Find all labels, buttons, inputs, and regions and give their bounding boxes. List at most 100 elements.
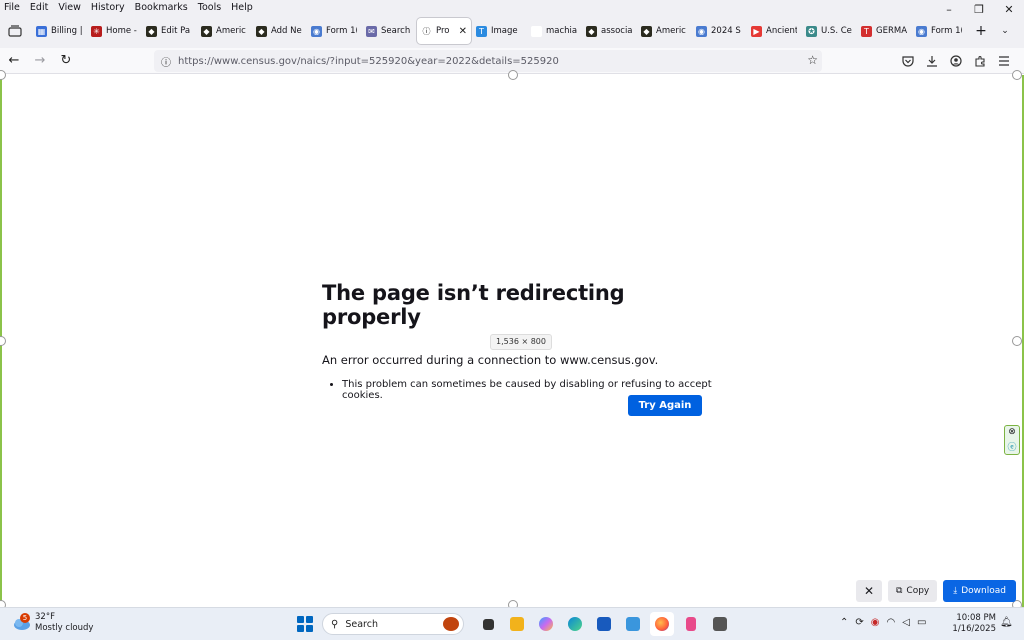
menu-tools[interactable]: Tools	[198, 2, 221, 13]
clock[interactable]: 10:08 PM 1/16/2025	[952, 613, 996, 635]
battery-icon[interactable]: ▭	[917, 617, 926, 628]
tab-label: associa	[601, 26, 632, 36]
tab-2[interactable]: ◆ Edit Pa	[142, 18, 196, 44]
tab-overview-button[interactable]	[2, 18, 28, 44]
taskview-icon[interactable]	[476, 612, 500, 636]
snipping-tool-icon[interactable]	[679, 612, 703, 636]
tab-label: Form 1(	[931, 26, 962, 36]
edge-icon[interactable]	[563, 612, 587, 636]
copilot-icon[interactable]	[534, 612, 558, 636]
try-again-button[interactable]: Try Again	[628, 395, 702, 416]
tab-label: Search	[381, 26, 411, 36]
menu-bookmarks[interactable]: Bookmarks	[135, 2, 188, 13]
tab-14[interactable]: ✪ U.S. Ce	[802, 18, 856, 44]
file-explorer-icon[interactable]	[505, 612, 529, 636]
tab-favicon-icon: ▦	[36, 25, 47, 37]
menu-file[interactable]: File	[4, 2, 20, 13]
weather-desc: Mostly cloudy	[35, 623, 94, 633]
list-all-tabs-button[interactable]: ⌄	[995, 18, 1015, 44]
forward-button[interactable]: →	[28, 50, 52, 72]
dimension-tooltip: 1,536 × 800	[490, 334, 552, 350]
taskbar-apps	[476, 612, 732, 636]
reload-button[interactable]: ↻	[54, 50, 78, 72]
tab-9[interactable]: machia	[527, 18, 581, 44]
back-button[interactable]: ←	[2, 50, 26, 72]
resize-handle[interactable]	[1012, 336, 1022, 346]
toolbar-right	[896, 50, 1016, 72]
resize-handle[interactable]	[1012, 70, 1022, 80]
tab-7[interactable]: ⓘ Pro ✕	[417, 18, 471, 44]
tab-favicon-icon: ◆	[201, 25, 212, 37]
windows-start-icon[interactable]	[297, 616, 313, 632]
tab-6[interactable]: ✉ Search	[362, 18, 416, 44]
tab-favicon-icon: ◉	[916, 25, 927, 37]
resize-handle[interactable]	[508, 70, 518, 80]
menu-edit[interactable]: Edit	[30, 2, 48, 13]
menu-help[interactable]: Help	[231, 2, 253, 13]
copy-label: Copy	[906, 586, 930, 596]
capture-close-button[interactable]: ✕	[855, 580, 882, 602]
tab-13[interactable]: ▶ Ancient	[747, 18, 801, 44]
downloads-icon[interactable]	[920, 50, 944, 72]
menu-bar: File Edit View History Bookmarks Tools H…	[0, 0, 1024, 14]
tab-favicon-icon: ▶	[751, 25, 762, 37]
app-menu-icon[interactable]	[992, 50, 1016, 72]
pocket-icon[interactable]	[896, 50, 920, 72]
tab-label: Edit Pa	[161, 26, 191, 36]
site-info-icon[interactable]: ⓘ	[156, 54, 176, 69]
download-button[interactable]: ⤓ Download	[943, 580, 1016, 602]
edge-extension-icon[interactable]: ⓔ	[1007, 440, 1016, 453]
tab-label: Americ	[656, 26, 686, 36]
tab-3[interactable]: ◆ Americ	[197, 18, 251, 44]
side-extension-panel[interactable]: ⊗ ⓔ	[1004, 425, 1020, 455]
new-tab-button[interactable]: +	[971, 18, 991, 44]
tab-5[interactable]: ◉ Form 1(	[307, 18, 361, 44]
tab-label: Form 1(	[326, 26, 357, 36]
copy-button[interactable]: ⧉ Copy	[887, 580, 938, 602]
url-bar[interactable]: ⓘ https://www.census.gov/naics/?input=52…	[154, 50, 822, 72]
resize-handle[interactable]	[0, 70, 6, 80]
tab-4[interactable]: ◆ Add Ne	[252, 18, 306, 44]
close-circle-icon[interactable]: ⊗	[1008, 427, 1016, 437]
volume-icon[interactable]: ◁	[902, 617, 910, 628]
chevron-up-icon[interactable]: ⌃	[840, 617, 848, 628]
tab-favicon-icon: T	[861, 25, 872, 37]
tab-favicon-icon	[531, 25, 542, 37]
tab-11[interactable]: ◆ Americ	[637, 18, 691, 44]
bookmark-star-icon[interactable]: ☆	[807, 53, 818, 67]
resize-handle[interactable]	[0, 336, 6, 346]
tab-12[interactable]: ◉ 2024 S	[692, 18, 746, 44]
url-text[interactable]: https://www.census.gov/naics/?input=5259…	[178, 56, 559, 67]
firefox-icon[interactable]	[650, 612, 674, 636]
extensions-icon[interactable]	[968, 50, 992, 72]
tab-favicon-icon: ◉	[696, 25, 707, 37]
cloud-icon: 5	[12, 613, 32, 631]
tab-0[interactable]: ▦ Billing |	[32, 18, 86, 44]
tab-label: Image	[491, 26, 518, 36]
tab-favicon-icon: ◆	[641, 25, 652, 37]
taskbar-search[interactable]: ⚲ Search	[322, 613, 464, 635]
calculator-icon[interactable]	[708, 612, 732, 636]
tab-16[interactable]: ◉ Form 1(	[912, 18, 966, 44]
word-icon[interactable]	[592, 612, 616, 636]
menu-view[interactable]: View	[58, 2, 81, 13]
account-icon[interactable]	[944, 50, 968, 72]
menu-history[interactable]: History	[91, 2, 125, 13]
tab-overview-icon	[8, 25, 22, 37]
notification-bell-icon[interactable]: 🔔︎	[1000, 617, 1013, 628]
security-icon[interactable]: ◉	[871, 617, 880, 628]
tab-label: Add Ne	[271, 26, 302, 36]
tab-label: Americ	[216, 26, 246, 36]
tab-8[interactable]: T Image	[472, 18, 526, 44]
notepad-icon[interactable]	[621, 612, 645, 636]
system-tray: ⌃ ⟳ ◉ ◠ ◁ ▭	[840, 617, 926, 628]
tab-favicon-icon: ✪	[806, 25, 817, 37]
search-icon: ⚲	[331, 618, 339, 630]
tab-close-icon[interactable]: ✕	[459, 26, 467, 37]
tab-10[interactable]: ◆ associa	[582, 18, 636, 44]
sync-icon[interactable]: ⟳	[855, 617, 863, 628]
wifi-icon[interactable]: ◠	[887, 617, 896, 628]
weather-widget[interactable]: 5 32°F Mostly cloudy	[12, 612, 93, 634]
tab-1[interactable]: ✳ Home -	[87, 18, 141, 44]
tab-15[interactable]: T GERMA	[857, 18, 911, 44]
